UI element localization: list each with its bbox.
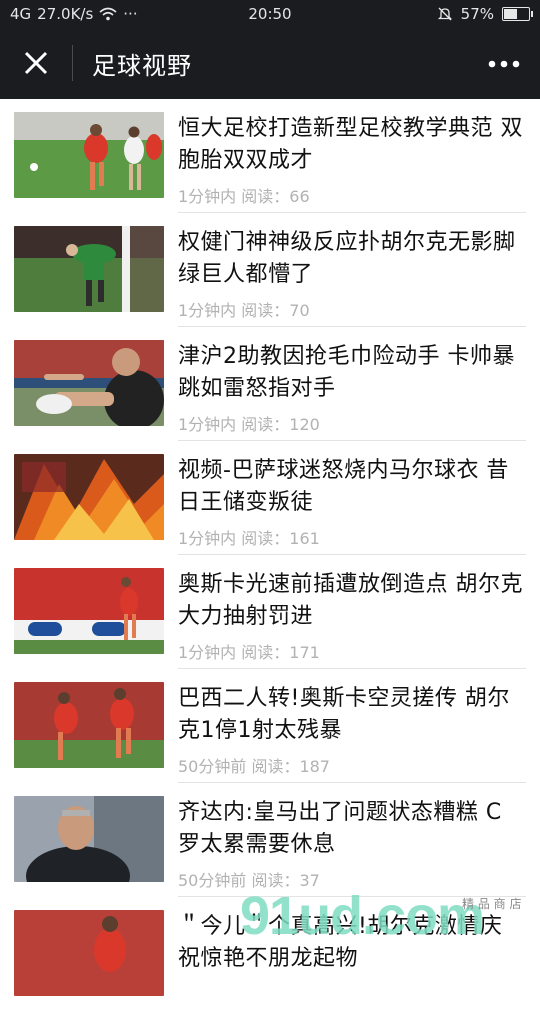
article-title: 巴西二人转!奥斯卡空灵搓传 胡尔克1停1射太残暴	[178, 686, 510, 743]
article-meta: 1分钟内 阅读：171	[178, 643, 320, 662]
article-item[interactable]: 津沪2助教因抢毛巾险动手 卡帅暴跳如雷怒指对手 1分钟内 阅读：120	[0, 327, 540, 441]
status-bar: 4G 27.0K/s ··· 20:50 57%	[0, 0, 540, 28]
page-title: 足球视野	[92, 52, 192, 80]
article-title: 视频-巴萨球迷怒烧内马尔球衣 昔日王储变叛徒	[178, 458, 509, 515]
battery-icon	[502, 7, 533, 21]
article-meta: 50分钟前 阅读：187	[178, 757, 330, 776]
article-meta: 1分钟内 阅读：120	[178, 415, 320, 434]
article-thumbnail	[14, 682, 164, 768]
mute-bell-icon	[437, 7, 452, 21]
article-title: 恒大足校打造新型足校教学典范 双胞胎双双成才	[178, 116, 523, 173]
article-item[interactable]: 权健门神神级反应扑胡尔克无影脚 绿巨人都懵了 1分钟内 阅读：70	[0, 213, 540, 327]
article-title: ＂今儿＂个真高兴!胡尔克激情庆祝惊艳不朋龙起物	[178, 914, 503, 971]
article-list: 恒大足校打造新型足校教学典范 双胞胎双双成才 1分钟内 阅读：66 权健门神神级…	[0, 99, 540, 1011]
article-item[interactable]: 恒大足校打造新型足校教学典范 双胞胎双双成才 1分钟内 阅读：66	[0, 99, 540, 213]
more-options-icon[interactable]	[486, 50, 522, 78]
article-item[interactable]: ＂今儿＂个真高兴!胡尔克激情庆祝惊艳不朋龙起物	[0, 897, 540, 1011]
article-title: 齐达内:皇马出了问题状态糟糕 C罗太累需要休息	[178, 800, 502, 857]
clock: 20:50	[248, 5, 292, 23]
article-meta: 50分钟前 阅读：37	[178, 871, 320, 890]
article-thumbnail	[14, 112, 164, 198]
nav-divider	[72, 45, 73, 81]
article-title: 奥斯卡光速前插遭放倒造点 胡尔克大力抽射罚进	[178, 572, 523, 629]
article-item[interactable]: 巴西二人转!奥斯卡空灵搓传 胡尔克1停1射太残暴 50分钟前 阅读：187	[0, 669, 540, 783]
close-icon[interactable]	[18, 48, 54, 80]
article-title: 津沪2助教因抢毛巾险动手 卡帅暴跳如雷怒指对手	[178, 344, 515, 401]
article-meta: 1分钟内 阅读：66	[178, 187, 310, 206]
article-thumbnail	[14, 568, 164, 654]
article-thumbnail	[14, 454, 164, 540]
battery-percent: 57%	[460, 5, 494, 23]
article-thumbnail	[14, 796, 164, 882]
nav-bar: 足球视野	[0, 28, 540, 99]
article-title: 权健门神神级反应扑胡尔克无影脚 绿巨人都懵了	[178, 230, 516, 287]
article-item[interactable]: 齐达内:皇马出了问题状态糟糕 C罗太累需要休息 50分钟前 阅读：37	[0, 783, 540, 897]
article-meta: 1分钟内 阅读：70	[178, 301, 310, 320]
article-item[interactable]: 视频-巴萨球迷怒烧内马尔球衣 昔日王储变叛徒 1分钟内 阅读：161	[0, 441, 540, 555]
article-thumbnail	[14, 910, 164, 996]
article-meta: 1分钟内 阅读：161	[178, 529, 320, 548]
article-thumbnail	[14, 340, 164, 426]
article-item[interactable]: 奥斯卡光速前插遭放倒造点 胡尔克大力抽射罚进 1分钟内 阅读：171	[0, 555, 540, 669]
article-thumbnail	[14, 226, 164, 312]
